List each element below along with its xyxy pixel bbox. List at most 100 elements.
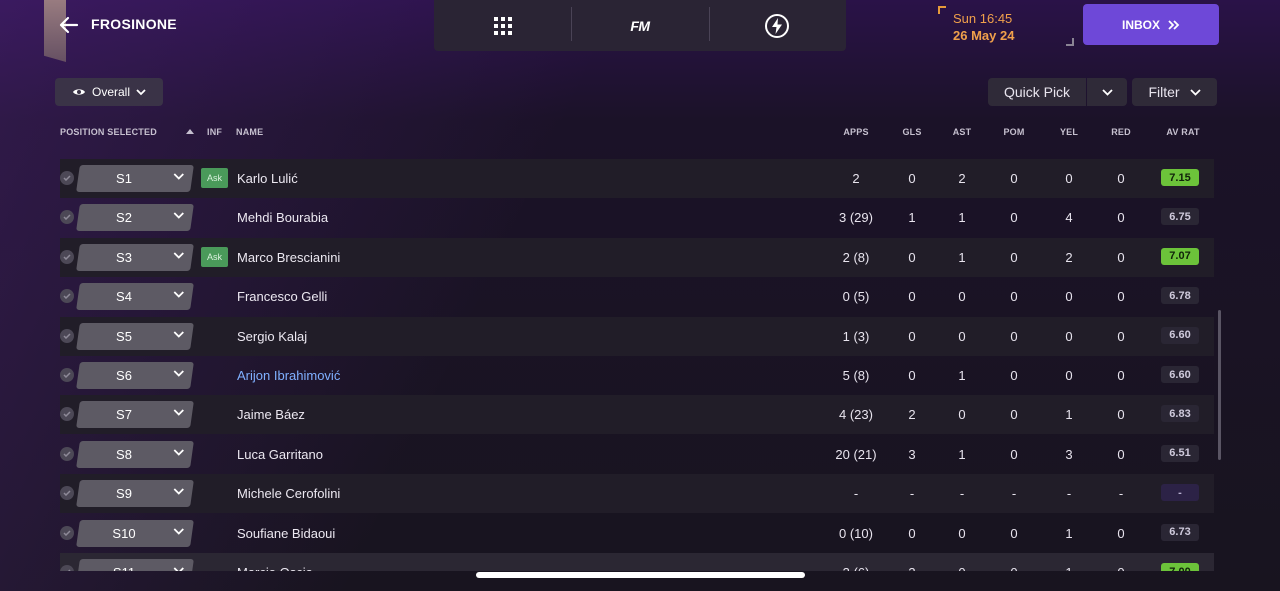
header-position[interactable]: POSITION SELECTED (60, 127, 157, 137)
player-name[interactable]: Marcio Oscia (237, 565, 313, 571)
position-select[interactable]: S10 (76, 519, 194, 547)
position-select[interactable]: S3 (76, 243, 194, 271)
stat-pom: 0 (1010, 249, 1018, 265)
menu-grid-button[interactable] (434, 0, 571, 51)
player-name[interactable]: Luca Garritano (237, 447, 323, 462)
header-gls[interactable]: GLS (902, 127, 921, 137)
sort-up-icon[interactable] (186, 126, 194, 136)
chevron-down-icon (173, 212, 184, 220)
average-rating: 6.51 (1161, 444, 1199, 462)
average-rating: 6.75 (1161, 208, 1199, 226)
fm-home-button[interactable]: FM (571, 0, 708, 51)
scrollbar[interactable] (1218, 310, 1221, 460)
player-name[interactable]: Karlo Lulić (237, 171, 298, 186)
position-select[interactable]: S2 (76, 204, 194, 232)
player-name[interactable]: Sergio Kalaj (237, 329, 307, 344)
view-selector[interactable]: Overall (55, 78, 163, 106)
stat-pom: 0 (1010, 289, 1018, 305)
chevron-down-icon (173, 370, 184, 377)
check-icon[interactable] (60, 446, 74, 461)
header-pom[interactable]: POM (1003, 127, 1024, 137)
stat-pom: 0 (1010, 407, 1018, 423)
check-icon[interactable] (60, 525, 74, 540)
check-icon[interactable] (60, 368, 74, 382)
player-name[interactable]: Mehdi Bourabia (237, 210, 328, 225)
player-name[interactable]: Marco Brescianini (237, 250, 340, 265)
position-select[interactable]: S1 (76, 165, 194, 192)
table-row[interactable]: S6 Arijon Ibrahimović 5 (8) 0 1 0 0 0 6.60 (60, 356, 1214, 395)
filter-button[interactable]: Filter (1132, 78, 1217, 106)
home-indicator[interactable] (476, 572, 805, 578)
player-name[interactable]: Soufiane Bidaoui (237, 526, 335, 541)
main-nav: FM (434, 0, 846, 51)
position-label: S9 (116, 486, 132, 502)
average-rating: 6.73 (1161, 523, 1199, 541)
stat-yel: 3 (1065, 446, 1073, 462)
player-name[interactable]: Jaime Báez (237, 407, 305, 422)
check-icon[interactable] (60, 210, 74, 225)
table-row[interactable]: S10 Soufiane Bidaoui 0 (10) 0 0 0 1 0 6.73 (60, 514, 1214, 553)
position-select[interactable]: S7 (76, 401, 194, 429)
check-icon[interactable] (60, 565, 74, 571)
check-icon[interactable] (60, 171, 74, 185)
stat-red: 0 (1117, 249, 1125, 265)
back-button[interactable] (56, 12, 82, 38)
club-name[interactable]: FROSINONE (91, 16, 177, 32)
header-ast[interactable]: AST (953, 127, 972, 137)
average-rating: 7.15 (1161, 169, 1199, 186)
position-select[interactable]: S8 (76, 440, 194, 468)
table-row[interactable]: S4 Francesco Gelli 0 (5) 0 0 0 0 0 6.78 (60, 277, 1214, 316)
position-select[interactable]: S6 (76, 362, 194, 389)
table-row[interactable]: S3 Ask Marco Brescianini 2 (8) 0 1 0 2 0 7.07 (60, 237, 1214, 277)
player-name[interactable]: Michele Cerofolini (237, 486, 340, 501)
stat-pom: 0 (1010, 210, 1018, 226)
stat-red: - (1118, 486, 1124, 502)
check-icon[interactable] (60, 249, 74, 264)
quick-pick-button[interactable]: Quick Pick (988, 78, 1086, 106)
table-row[interactable]: S9 Michele Cerofolini - - - - - - - (60, 474, 1214, 514)
position-select[interactable]: S9 (76, 480, 194, 508)
player-name[interactable]: Francesco Gelli (237, 289, 327, 304)
stat-pom: - (1011, 486, 1017, 502)
table-row[interactable]: S2 Mehdi Bourabia 3 (29) 1 1 0 4 0 6.75 (60, 198, 1214, 237)
header-red[interactable]: RED (1111, 127, 1131, 137)
table-row[interactable]: S1 Ask Karlo Lulić 2 0 2 0 0 0 7.15 (60, 159, 1214, 198)
stat-yel: 2 (1065, 249, 1073, 265)
quick-actions-button[interactable] (708, 0, 846, 51)
position-label: S10 (112, 525, 136, 541)
check-icon[interactable] (60, 289, 74, 304)
table-row[interactable]: S11 Marcio Oscia 3 (6) 3 0 0 1 0 7.00 (60, 553, 1214, 571)
header-yel[interactable]: YEL (1060, 127, 1078, 137)
header-inf[interactable]: INF (207, 127, 222, 137)
inbox-button[interactable]: INBOX (1083, 4, 1219, 45)
view-label: Overall (91, 85, 130, 99)
game-date[interactable]: Sun 16:45 26 May 24 (938, 6, 1074, 46)
ask-badge[interactable]: Ask (201, 168, 228, 188)
header-apps[interactable]: APPS (843, 127, 868, 137)
stat-ast: 1 (958, 210, 966, 226)
average-rating: - (1161, 484, 1199, 502)
stat-ast: 0 (958, 407, 966, 423)
table-row[interactable]: S5 Sergio Kalaj 1 (3) 0 0 0 0 0 6.60 (60, 316, 1214, 356)
header-av-rat[interactable]: AV RAT (1166, 127, 1199, 137)
lightning-icon (765, 13, 790, 38)
player-name[interactable]: Arijon Ibrahimović (237, 368, 340, 383)
position-label: S7 (116, 407, 132, 423)
check-icon[interactable] (60, 486, 74, 501)
stat-yel: 4 (1065, 210, 1073, 226)
table-row[interactable]: S8 Luca Garritano 20 (21) 3 1 0 3 0 6.51 (60, 435, 1214, 474)
check-icon[interactable] (60, 328, 74, 343)
eye-icon (72, 89, 85, 95)
stat-pom: 0 (1010, 525, 1018, 541)
chevron-down-icon (1189, 88, 1201, 96)
position-select[interactable]: S5 (76, 322, 194, 350)
position-select[interactable]: S11 (76, 559, 194, 571)
check-icon[interactable] (60, 407, 74, 422)
table-row[interactable]: S7 Jaime Báez 4 (23) 2 0 0 1 0 6.83 (60, 395, 1214, 435)
position-select[interactable]: S4 (76, 283, 194, 311)
ask-badge[interactable]: Ask (201, 246, 228, 267)
quick-pick-dropdown[interactable] (1087, 78, 1127, 106)
header-name[interactable]: NAME (236, 127, 263, 137)
filter-label: Filter (1148, 84, 1180, 100)
stat-gls: 2 (908, 407, 916, 423)
